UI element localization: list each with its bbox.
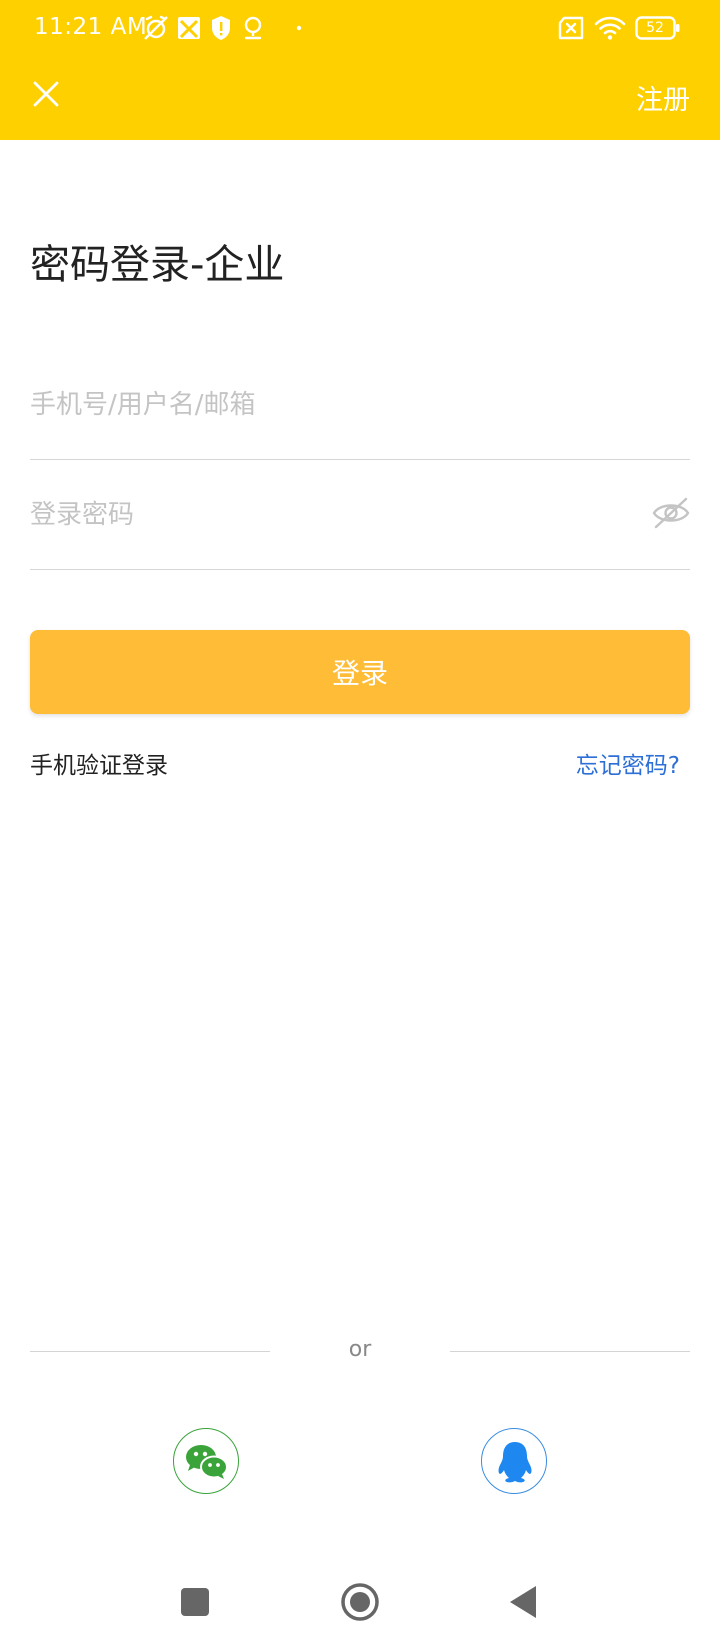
password-field (30, 460, 690, 570)
wechat-login-button[interactable] (173, 1428, 239, 1494)
battery-level: 52 (646, 20, 664, 36)
divider-line-left (30, 1351, 270, 1352)
back-triangle-icon (510, 1586, 536, 1618)
app-bar: 注册 (0, 56, 720, 140)
sms-login-link[interactable]: 手机验证登录 (30, 746, 168, 780)
divider-text: or (348, 1337, 372, 1362)
password-visibility-toggle[interactable] (652, 496, 690, 530)
close-button[interactable] (26, 74, 66, 114)
header: 11:21 AM 52 注册 (0, 0, 720, 140)
divider-line-right (450, 1351, 690, 1352)
login-button[interactable]: 登录 (30, 630, 690, 714)
eye-off-icon (652, 497, 690, 529)
status-bar: 11:21 AM 52 (0, 0, 720, 56)
no-sim-icon (558, 16, 584, 40)
nav-back-button[interactable] (502, 1580, 546, 1624)
wechat-icon (186, 1445, 228, 1479)
username-field (30, 350, 690, 460)
square-icon (181, 1588, 209, 1616)
username-input[interactable] (30, 380, 630, 430)
close-icon (33, 81, 59, 107)
register-link[interactable]: 注册 (636, 78, 690, 117)
alarm-off-icon (144, 15, 168, 40)
nav-home-button[interactable] (338, 1580, 382, 1624)
battery-icon: 52 (635, 15, 681, 41)
forgot-password-link[interactable]: 忘记密码? (576, 746, 680, 780)
location-icon (244, 16, 262, 40)
password-input[interactable] (30, 490, 630, 540)
shield-alert-icon (212, 16, 230, 40)
qq-icon (498, 1442, 532, 1483)
nav-recents-button[interactable] (173, 1580, 217, 1624)
home-circle-icon (341, 1583, 379, 1621)
more-notifications-icon (296, 25, 302, 31)
wifi-icon (594, 16, 626, 40)
app-notification-icon (178, 17, 200, 39)
status-time: 11:21 AM (34, 14, 148, 40)
page-title: 密码登录-企业 (30, 242, 285, 288)
qq-login-button[interactable] (481, 1428, 547, 1494)
